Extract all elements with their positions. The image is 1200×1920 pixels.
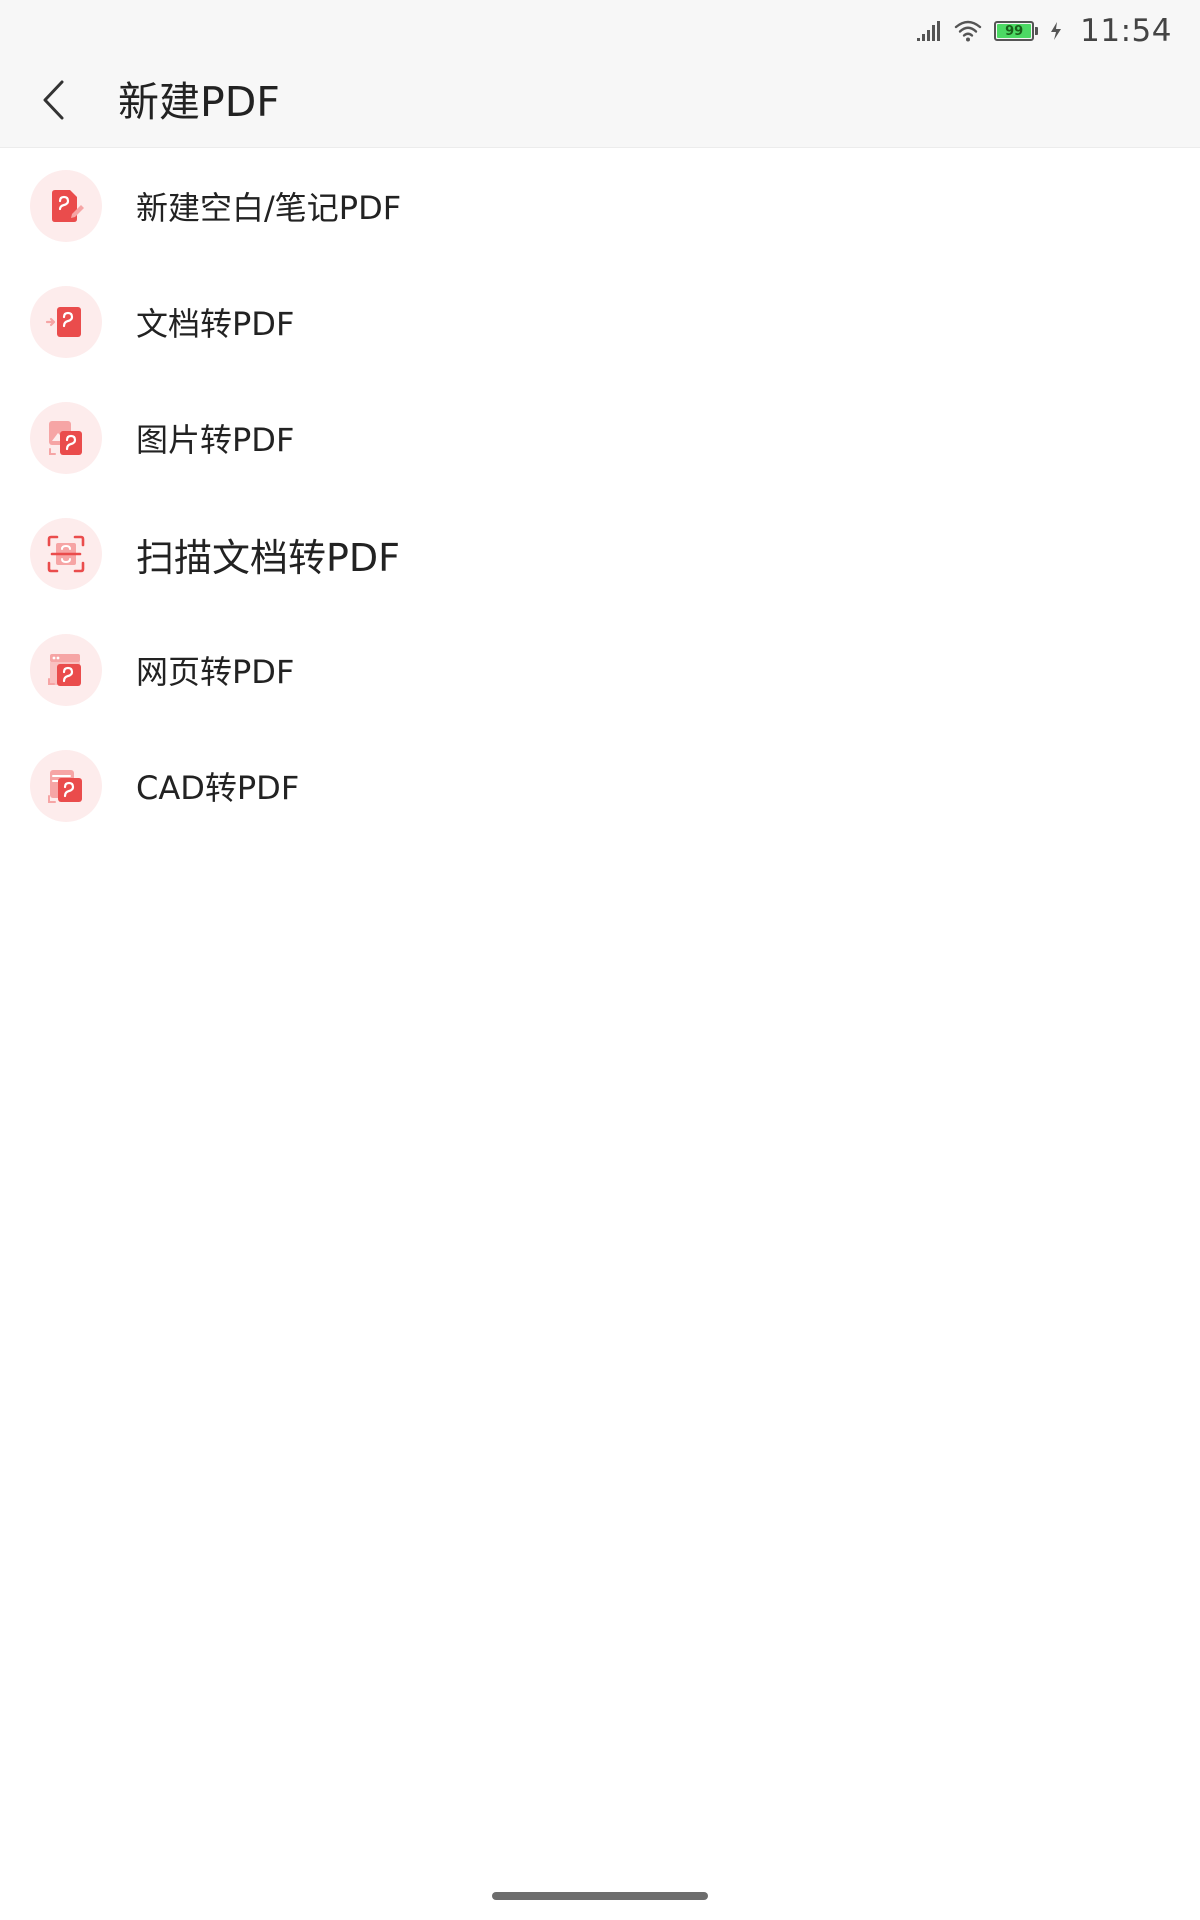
battery-icon: 99	[994, 21, 1039, 41]
charging-icon	[1050, 21, 1062, 41]
status-bar: 99 11:54	[916, 8, 1172, 54]
battery-body: 99	[994, 21, 1035, 41]
menu-item-new-blank-note-pdf[interactable]: 新建空白/笔记PDF	[0, 148, 1200, 264]
menu-item-label: 图片转PDF	[136, 421, 295, 459]
menu-item-cad-to-pdf[interactable]: CAD转PDF	[0, 728, 1200, 844]
menu-item-image-to-pdf[interactable]: 图片转PDF	[0, 380, 1200, 496]
page-title: 新建PDF	[118, 78, 280, 126]
top-area: 99 11:54 新建PDF	[0, 0, 1200, 148]
menu-item-doc-to-pdf[interactable]: 文档转PDF	[0, 264, 1200, 380]
battery-tip	[1035, 27, 1039, 35]
menu-item-label: 网页转PDF	[136, 653, 295, 691]
cad-to-pdf-icon	[30, 750, 102, 822]
signal-icon	[916, 20, 942, 42]
status-time: 11:54	[1080, 13, 1172, 49]
screen: 99 11:54 新建PDF 新建空白/笔记PDF 文档转PDF 图片转PDF …	[0, 0, 1200, 1920]
app-bar: 新建PDF	[0, 58, 1200, 146]
image-to-pdf-icon	[30, 402, 102, 474]
back-button[interactable]	[30, 68, 76, 136]
create-pdf-menu: 新建空白/笔记PDF 文档转PDF 图片转PDF 扫描文档转PDF 网页转PDF…	[0, 148, 1200, 844]
menu-item-label: 新建空白/笔记PDF	[136, 189, 402, 227]
home-indicator[interactable]	[492, 1892, 708, 1900]
menu-item-label: 扫描文档转PDF	[136, 535, 401, 580]
pdf-note-icon	[30, 170, 102, 242]
menu-item-label: 文档转PDF	[136, 305, 295, 343]
menu-item-label: CAD转PDF	[136, 769, 300, 807]
chevron-left-icon	[40, 79, 66, 125]
doc-to-pdf-icon	[30, 286, 102, 358]
menu-item-scan-to-pdf[interactable]: 扫描文档转PDF	[0, 496, 1200, 612]
menu-item-web-to-pdf[interactable]: 网页转PDF	[0, 612, 1200, 728]
web-to-pdf-icon	[30, 634, 102, 706]
wifi-icon	[954, 20, 982, 42]
scan-to-pdf-icon	[30, 518, 102, 590]
battery-level: 99	[1005, 23, 1024, 39]
